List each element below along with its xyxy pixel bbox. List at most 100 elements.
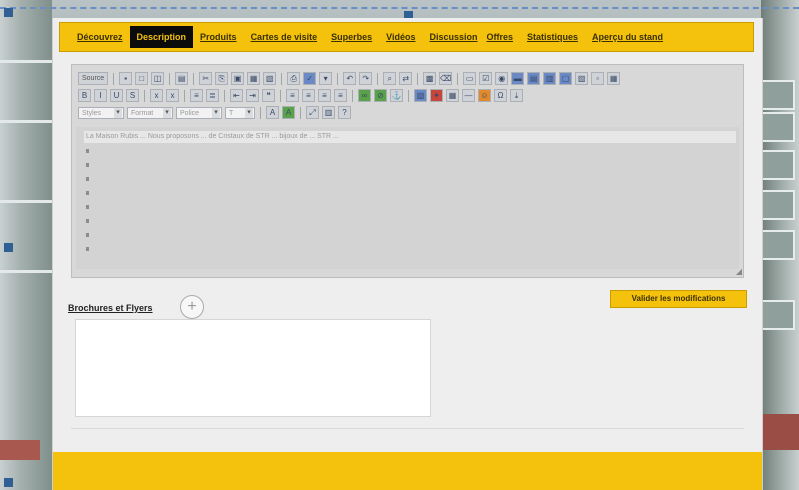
paragraph-marker xyxy=(86,163,89,167)
special-char-icon[interactable]: Ω xyxy=(494,89,507,102)
resize-handle-bottom-left[interactable] xyxy=(4,478,13,487)
align-justify-icon[interactable]: ≡ xyxy=(334,89,347,102)
replace-icon[interactable]: ⇄ xyxy=(399,72,413,85)
select-all-icon[interactable]: ▩ xyxy=(423,72,437,85)
rich-text-editor: Source ▪ □ ◫ ▤ ✂ ⎘ ▣ ▦ ▧ ⎙ ✓ ▾ ↶ ↷ ⌕ ⇄ ▩… xyxy=(71,64,744,278)
print-icon[interactable]: ⎙ xyxy=(287,72,301,85)
paragraph-marker xyxy=(86,191,89,195)
maximize-icon[interactable]: ⤢ xyxy=(306,106,319,119)
image-button-icon[interactable]: ▨ xyxy=(575,72,589,85)
new-page-icon[interactable]: □ xyxy=(135,72,149,85)
divider xyxy=(71,428,744,429)
brochures-heading: Brochures et Flyers xyxy=(68,303,153,313)
remove-format-icon[interactable]: ⌫ xyxy=(439,72,453,85)
footer-bar xyxy=(53,452,762,490)
tab-discussion[interactable]: Discussion xyxy=(422,26,479,48)
undo-icon[interactable]: ↶ xyxy=(343,72,357,85)
tab-statistiques[interactable]: Statistiques xyxy=(520,26,585,48)
paragraph-marker xyxy=(86,205,89,209)
add-brochure-icon[interactable]: + xyxy=(180,295,204,319)
horizontal-rule-icon[interactable]: ― xyxy=(462,89,475,102)
validate-changes-button[interactable]: Valider les modifications xyxy=(610,290,747,308)
editor-text: La Maison Rubis ... Nous proposons ... d… xyxy=(84,131,736,143)
stand-editor-panel: Découvrez Description Produits Cartes de… xyxy=(52,18,763,490)
save-icon[interactable]: ▪ xyxy=(119,72,133,85)
blockquote-icon[interactable]: ❝ xyxy=(262,89,275,102)
image-icon[interactable]: ▧ xyxy=(414,89,427,102)
font-select[interactable]: Police xyxy=(176,106,222,119)
tab-offres[interactable]: Offres xyxy=(480,26,521,48)
about-icon[interactable]: ? xyxy=(338,106,351,119)
editor-toolbar-row-1: Source ▪ □ ◫ ▤ ✂ ⎘ ▣ ▦ ▧ ⎙ ✓ ▾ ↶ ↷ ⌕ ⇄ ▩… xyxy=(78,71,621,86)
preview-icon[interactable]: ◫ xyxy=(151,72,165,85)
cut-icon[interactable]: ✂ xyxy=(199,72,213,85)
italic-icon[interactable]: I xyxy=(94,89,107,102)
styles-select[interactable]: Styles xyxy=(78,106,124,119)
editor-toolbar-row-3: Styles Format Police T A A ⤢ ▥ ? xyxy=(78,105,351,120)
flash-icon[interactable]: ✦ xyxy=(430,89,443,102)
find-icon[interactable]: ⌕ xyxy=(383,72,397,85)
redo-icon[interactable]: ↷ xyxy=(359,72,373,85)
bullet-list-icon[interactable]: ≣ xyxy=(206,89,219,102)
textarea-icon[interactable]: ▤ xyxy=(527,72,541,85)
resize-handle-middle-left[interactable] xyxy=(4,243,13,252)
tab-cartes-de-visite[interactable]: Cartes de visite xyxy=(244,26,325,48)
background-color-icon[interactable]: A xyxy=(282,106,295,119)
resize-handle-top-left[interactable] xyxy=(4,8,13,17)
brochures-upload-area[interactable] xyxy=(75,319,431,417)
templates-icon[interactable]: ▤ xyxy=(175,72,189,85)
tab-description[interactable]: Description xyxy=(129,26,194,48)
paragraph-marker xyxy=(86,233,89,237)
strikethrough-icon[interactable]: S xyxy=(126,89,139,102)
editor-resize-grip-icon[interactable]: ◢ xyxy=(736,268,742,276)
numbered-list-icon[interactable]: ≡ xyxy=(190,89,203,102)
table-icon[interactable]: ▦ xyxy=(607,72,621,85)
align-center-icon[interactable]: ≡ xyxy=(302,89,315,102)
unlink-icon[interactable]: ⊘ xyxy=(374,89,387,102)
paragraph-marker xyxy=(86,219,89,223)
text-color-icon[interactable]: A xyxy=(266,106,279,119)
button-field-icon[interactable]: ▢ xyxy=(559,72,573,85)
tab-superbes[interactable]: Superbes xyxy=(324,26,379,48)
background-right-wall xyxy=(761,0,799,490)
indent-icon[interactable]: ⇥ xyxy=(246,89,259,102)
paragraph-marker xyxy=(86,177,89,181)
subscript-icon[interactable]: x xyxy=(150,89,163,102)
page-break-icon[interactable]: ⤓ xyxy=(510,89,523,102)
paste-text-icon[interactable]: ▦ xyxy=(247,72,261,85)
textfield-icon[interactable]: ▬ xyxy=(511,72,525,85)
paste-word-icon[interactable]: ▧ xyxy=(263,72,277,85)
scayt-icon[interactable]: ▾ xyxy=(319,72,333,85)
paste-icon[interactable]: ▣ xyxy=(231,72,245,85)
bold-icon[interactable]: B xyxy=(78,89,91,102)
format-select[interactable]: Format xyxy=(127,106,173,119)
anchor-icon[interactable]: ⚓ xyxy=(390,89,403,102)
hidden-field-icon[interactable]: ▫ xyxy=(591,72,605,85)
copy-icon[interactable]: ⎘ xyxy=(215,72,229,85)
link-icon[interactable]: ∞ xyxy=(358,89,371,102)
selection-border xyxy=(0,7,799,9)
paragraph-marker xyxy=(86,247,89,251)
checkbox-icon[interactable]: ☑ xyxy=(479,72,493,85)
tab-produits[interactable]: Produits xyxy=(193,26,244,48)
underline-icon[interactable]: U xyxy=(110,89,123,102)
form-icon[interactable]: ▭ xyxy=(463,72,477,85)
paragraph-marker xyxy=(86,149,89,153)
tab-decouvrez[interactable]: Découvrez xyxy=(70,26,130,48)
show-blocks-icon[interactable]: ▥ xyxy=(322,106,335,119)
editor-content-area[interactable]: La Maison Rubis ... Nous proposons ... d… xyxy=(76,127,739,269)
insert-table-icon[interactable]: ▦ xyxy=(446,89,459,102)
editor-toolbar-row-2: B I U S x x ≡ ≣ ⇤ ⇥ ❝ ≡ ≡ ≡ ≡ ∞ ⊘ ⚓ ▧ ✦ xyxy=(78,88,523,103)
outdent-icon[interactable]: ⇤ xyxy=(230,89,243,102)
size-select[interactable]: T xyxy=(225,106,255,119)
spellcheck-icon[interactable]: ✓ xyxy=(303,72,317,85)
superscript-icon[interactable]: x xyxy=(166,89,179,102)
smiley-icon[interactable]: ☺ xyxy=(478,89,491,102)
tab-apercu-du-stand[interactable]: Aperçu du stand xyxy=(585,26,670,48)
align-left-icon[interactable]: ≡ xyxy=(286,89,299,102)
select-field-icon[interactable]: ▥ xyxy=(543,72,557,85)
source-button[interactable]: Source xyxy=(78,72,109,85)
radio-icon[interactable]: ◉ xyxy=(495,72,509,85)
align-right-icon[interactable]: ≡ xyxy=(318,89,331,102)
tab-videos[interactable]: Vidéos xyxy=(379,26,422,48)
